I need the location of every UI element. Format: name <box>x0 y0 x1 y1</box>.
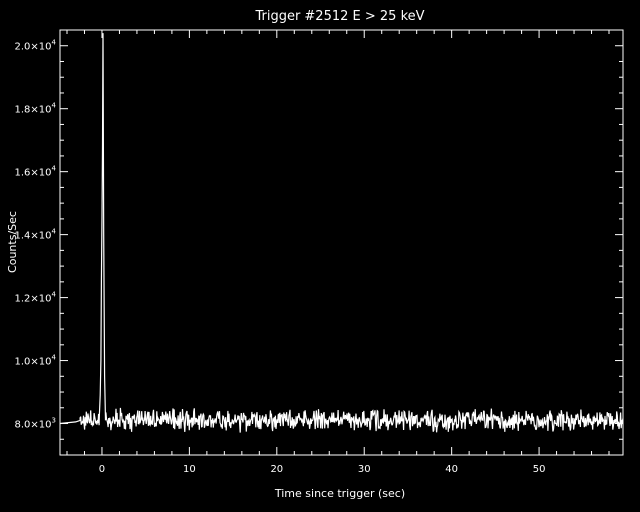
y-tick-label: 1.6×104 <box>15 165 57 179</box>
x-tick-label: 20 <box>270 464 283 475</box>
x-tick-label: 30 <box>358 464 371 475</box>
x-axis-label: Time since trigger (sec) <box>274 487 405 500</box>
x-tick-label: 10 <box>183 464 196 475</box>
plot-frame <box>59 29 624 456</box>
y-tick-label: 2.0×104 <box>15 39 57 53</box>
chart-title: Trigger #2512 E > 25 keV <box>254 9 424 24</box>
series-group <box>59 33 624 433</box>
x-tick-label: 40 <box>445 464 458 475</box>
y-tick-label: 1.2×104 <box>15 291 57 305</box>
y-tick-label: 1.4×104 <box>15 228 57 242</box>
y-axis-label: Counts/Sec <box>6 211 19 273</box>
y-tick-label: 1.0×104 <box>15 354 57 368</box>
y-tick-label: 8.0×103 <box>15 417 56 431</box>
lightcurve-chart: Trigger #2512 E > 25 keV Time since trig… <box>6 9 624 500</box>
y-tick-label: 1.8×104 <box>15 102 57 116</box>
lightcurve-series <box>59 33 624 433</box>
x-tick-label: 0 <box>99 464 105 475</box>
x-tick-label: 50 <box>533 464 546 475</box>
